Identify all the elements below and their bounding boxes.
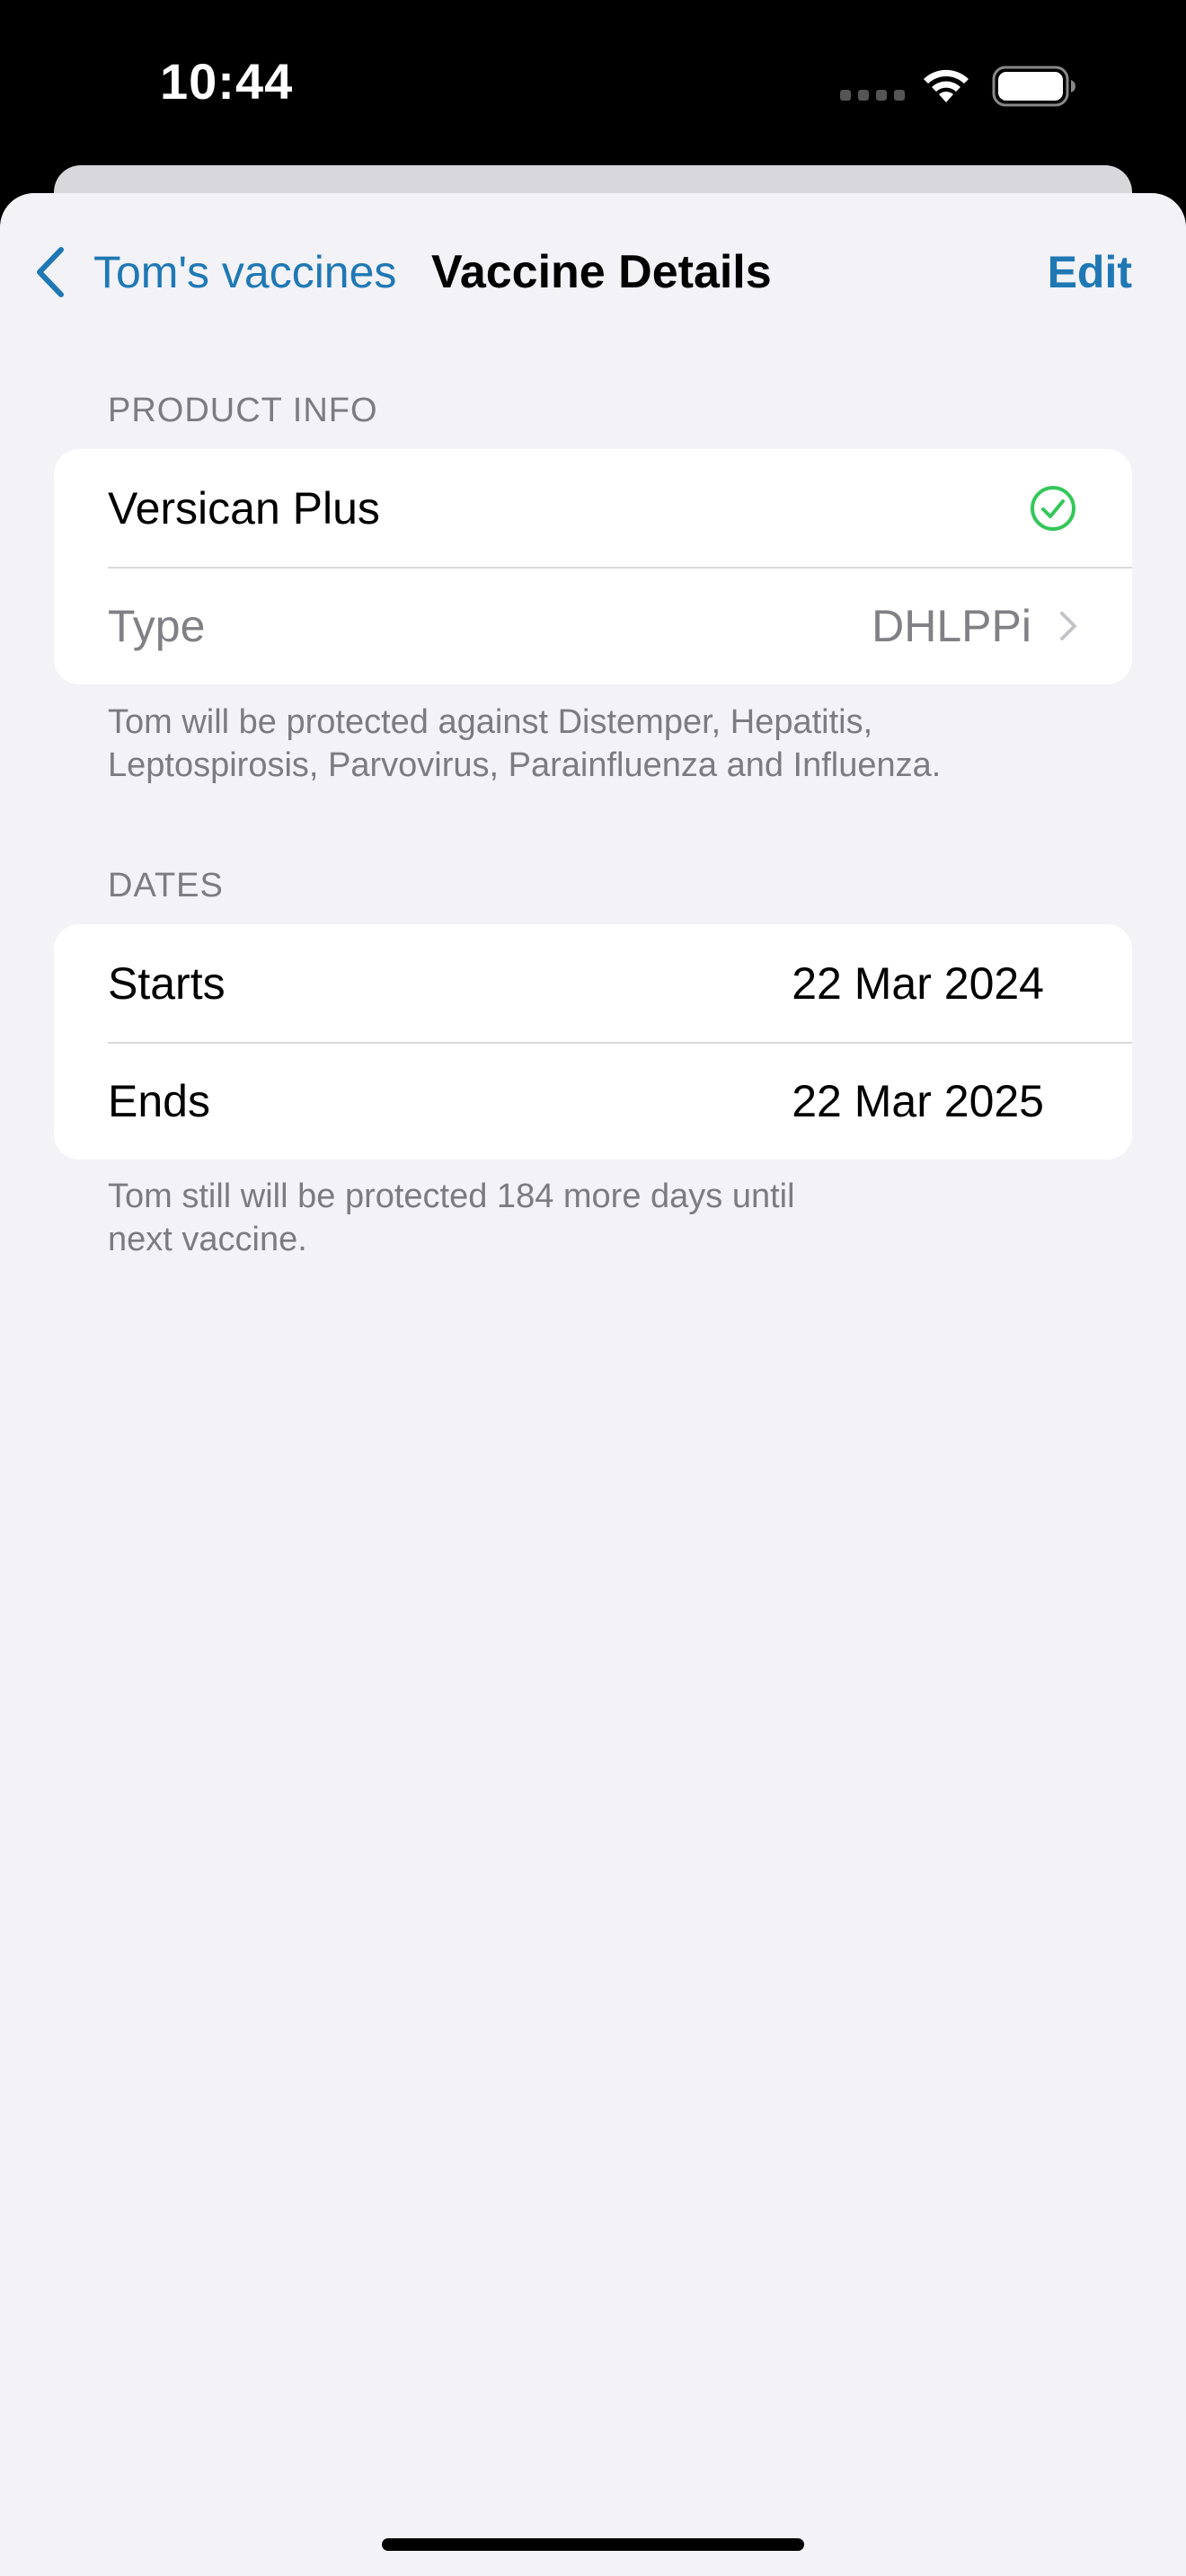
protection-note: Tom will be protected against Distemper,… <box>108 701 941 787</box>
ends-row[interactable]: Ends 22 Mar 2025 <box>54 1042 1132 1160</box>
dates-header: DATES <box>108 867 224 904</box>
cellular-signal-icon <box>840 90 905 101</box>
status-time: 10:44 <box>160 53 294 110</box>
starts-date: 22 Mar 2024 <box>792 957 1044 1009</box>
protection-note-line: Tom will be protected against Distemper,… <box>108 703 873 741</box>
starts-label: Starts <box>108 957 226 1009</box>
back-button[interactable]: Tom's vaccines <box>32 236 396 308</box>
remaining-days-note: Tom still will be protected 184 more day… <box>108 1175 795 1261</box>
starts-row[interactable]: Starts 22 Mar 2024 <box>54 924 1132 1042</box>
remaining-days-note-line: Tom still will be protected 184 more day… <box>108 1178 795 1215</box>
chevron-right-icon <box>1060 612 1076 640</box>
product-name: Versican Plus <box>108 482 380 534</box>
ends-label: Ends <box>108 1075 210 1126</box>
product-info-header: PRODUCT INFO <box>108 392 378 429</box>
type-value: DHLPPi <box>872 600 1031 651</box>
product-name-row: Versican Plus <box>54 449 1132 567</box>
status-bar: 10:44 <box>0 0 1186 171</box>
vaccine-type-row[interactable]: Type DHLPPi <box>54 567 1132 684</box>
checkmark-circle-icon <box>1031 486 1075 531</box>
remaining-days-note-line: next vaccine. <box>108 1221 307 1258</box>
ends-date: 22 Mar 2025 <box>792 1075 1044 1126</box>
back-label: Tom's vaccines <box>93 247 397 297</box>
wifi-icon <box>924 69 969 102</box>
home-indicator[interactable] <box>382 2538 804 2551</box>
navigation-bar: Tom's vaccines Vaccine Details Edit <box>0 193 1186 346</box>
battery-icon <box>992 66 1075 107</box>
chevron-left-icon <box>37 247 64 297</box>
type-label: Type <box>108 600 206 651</box>
product-info-card: Versican Plus Type DHLPPi <box>54 449 1132 684</box>
edit-button[interactable]: Edit <box>1048 236 1132 308</box>
protection-note-line: Leptospirosis, Parvovirus, Parainfluenza… <box>108 746 942 784</box>
page-title: Vaccine Details <box>431 246 772 298</box>
dates-card: Starts 22 Mar 2024 Ends 22 Mar 2025 <box>54 924 1132 1160</box>
